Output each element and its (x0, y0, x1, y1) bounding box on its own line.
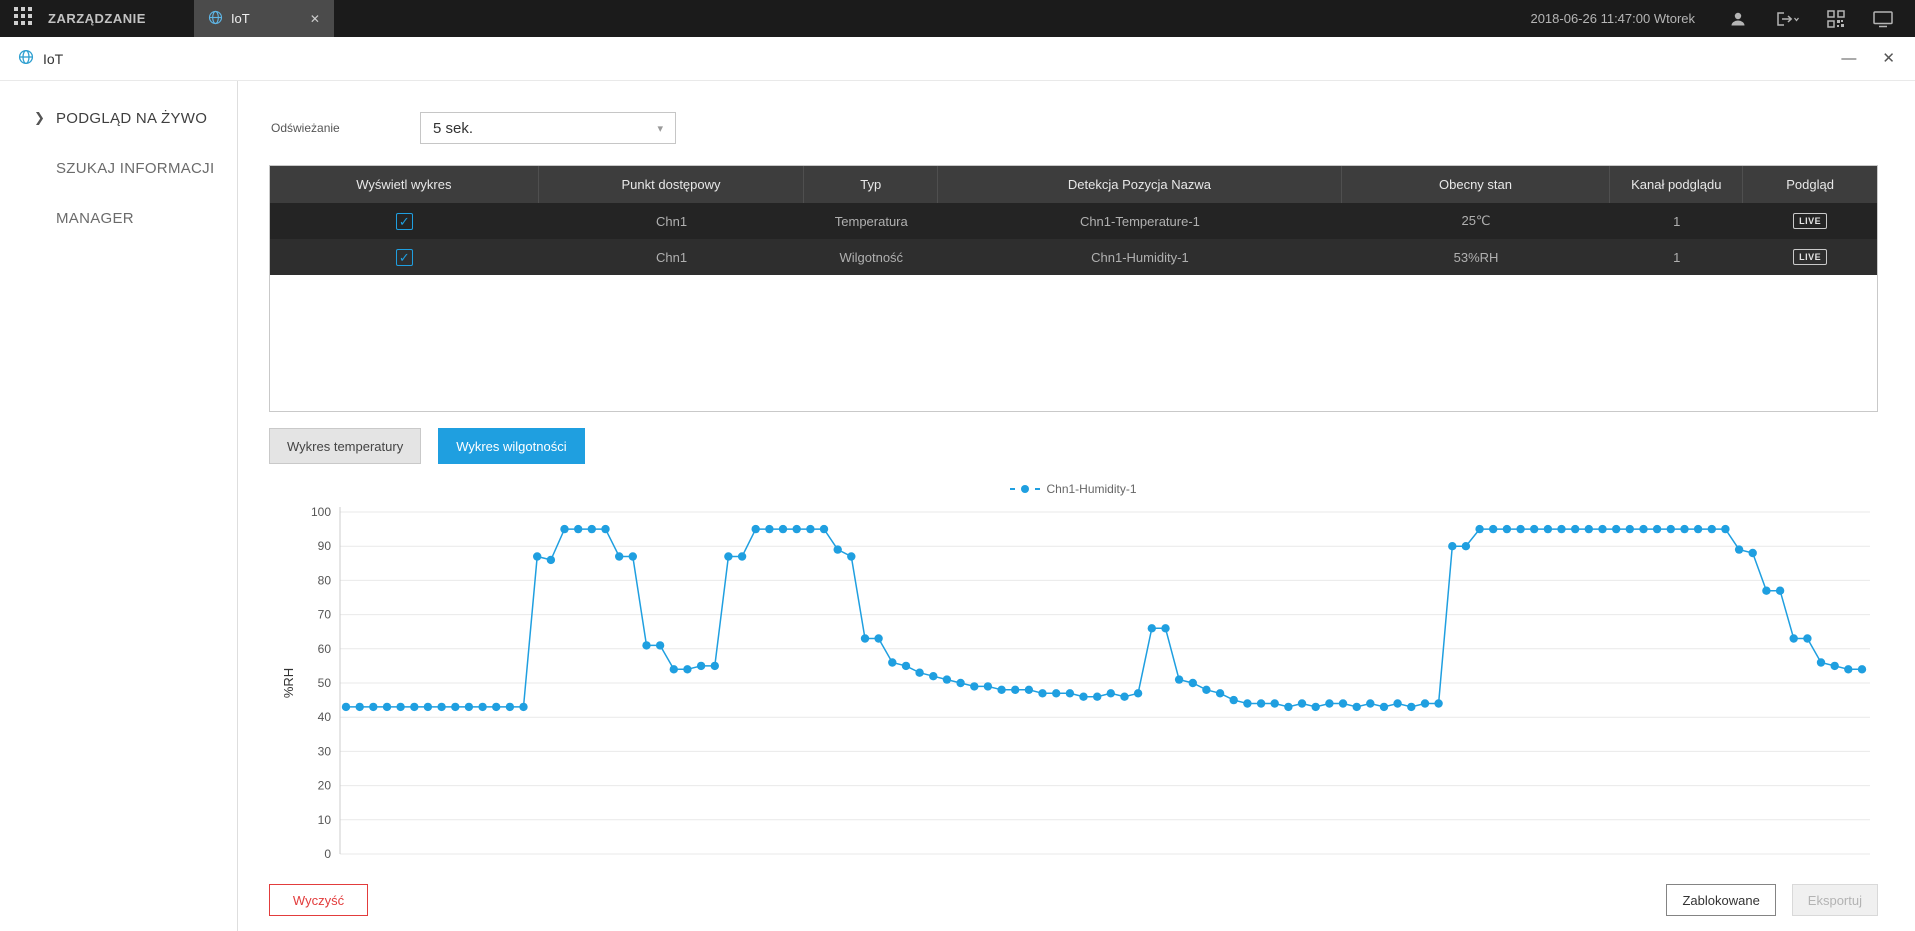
cell-show-chart: ✓ (270, 239, 539, 275)
qr-code-icon[interactable] (1827, 10, 1845, 28)
svg-text:100: 100 (311, 505, 331, 519)
live-badge[interactable]: LIVE (1793, 213, 1827, 229)
col-header: Detekcja Pozycja Nazwa (938, 166, 1342, 203)
sidebar-item-label: PODGLĄD NA ŻYWO (56, 110, 207, 127)
tab-temperature-chart[interactable]: Wykres temperatury (269, 428, 421, 464)
tab-humidity-chart[interactable]: Wykres wilgotności (438, 428, 584, 464)
cell-access-point: Chn1 (539, 239, 805, 275)
chevron-right-icon: ❯ (34, 110, 45, 126)
col-header: Punkt dostępowy (539, 166, 805, 203)
sidebar: ❯ PODGLĄD NA ŻYWO ❯ SZUKAJ INFORMACJI ❯ … (0, 81, 238, 931)
show-chart-checkbox[interactable]: ✓ (396, 249, 413, 266)
svg-text:%RH: %RH (281, 668, 296, 698)
chart-tabs: Wykres temperatury Wykres wilgotności (269, 428, 1915, 464)
locked-button[interactable]: Zablokowane (1666, 884, 1775, 916)
management-menu[interactable]: ZARZĄDZANIE (46, 0, 164, 37)
globe-icon (18, 49, 34, 68)
datetime: 2018-06-26 11:47:00 Wtorek (1530, 11, 1695, 26)
sidebar-item-manager[interactable]: ❯ MANAGER (0, 193, 237, 243)
cell-type: Temperatura (804, 203, 938, 239)
svg-text:30: 30 (318, 744, 332, 758)
refresh-row: Odświeżanie 5 sek. ▾ (269, 112, 1915, 144)
svg-text:60: 60 (318, 642, 332, 656)
dropdown-value: 5 sek. (433, 120, 473, 137)
tab-iot[interactable]: IoT ✕ (194, 0, 334, 37)
minimize-icon[interactable]: — (1841, 51, 1856, 66)
refresh-interval-dropdown[interactable]: 5 sek. ▾ (420, 112, 676, 144)
sensor-table: Wyświetl wykres Punkt dostępowy Typ Dete… (269, 165, 1878, 412)
cell-access-point: Chn1 (539, 203, 805, 239)
cell-type: Wilgotność (804, 239, 938, 275)
svg-text:80: 80 (318, 573, 332, 587)
clear-button[interactable]: Wyczyść (269, 884, 368, 916)
svg-text:10: 10 (318, 813, 332, 827)
display-icon[interactable] (1873, 10, 1893, 28)
globe-icon (208, 10, 223, 28)
close-icon[interactable]: ✕ (1882, 51, 1895, 66)
table-header: Wyświetl wykres Punkt dostępowy Typ Dete… (270, 166, 1877, 203)
cell-channel: 1 (1610, 203, 1743, 239)
col-header: Typ (804, 166, 938, 203)
cell-channel: 1 (1610, 239, 1743, 275)
sidebar-item-label: SZUKAJ INFORMACJI (56, 160, 214, 177)
show-chart-checkbox[interactable]: ✓ (396, 213, 413, 230)
live-badge[interactable]: LIVE (1793, 249, 1827, 265)
window-title: IoT (43, 51, 63, 67)
svg-text:40: 40 (318, 710, 332, 724)
user-icon[interactable] (1729, 10, 1747, 28)
cell-detection-name: Chn1-Humidity-1 (938, 239, 1342, 275)
table-row: ✓ Chn1 Temperatura Chn1-Temperature-1 25… (270, 203, 1877, 239)
apps-grid-button[interactable] (0, 0, 46, 37)
legend-line (1035, 488, 1040, 490)
svg-text:70: 70 (318, 608, 332, 622)
legend-label: Chn1-Humidity-1 (1046, 482, 1136, 496)
tab-close-icon[interactable]: ✕ (306, 10, 324, 28)
refresh-label: Odświeżanie (269, 121, 420, 135)
topbar-right: 2018-06-26 11:47:00 Wtorek (1530, 0, 1915, 37)
svg-text:50: 50 (318, 676, 332, 690)
window-titlebar: IoT — ✕ (0, 37, 1915, 81)
window-body: ❯ PODGLĄD NA ŻYWO ❯ SZUKAJ INFORMACJI ❯ … (0, 81, 1915, 931)
topbar: ZARZĄDZANIE IoT ✕ 2018-06-26 11:47:00 Wt… (0, 0, 1915, 37)
tab-label: IoT (231, 11, 298, 26)
chevron-down-icon: ▾ (657, 122, 663, 135)
col-header: Obecny stan (1342, 166, 1611, 203)
col-header: Podgląd (1743, 166, 1877, 203)
svg-text:0: 0 (324, 847, 331, 861)
footer-right-buttons: Zablokowane Eksportuj (1666, 884, 1878, 916)
legend-marker (1021, 485, 1029, 493)
apps-grid-icon (14, 7, 32, 30)
cell-show-chart: ✓ (270, 203, 539, 239)
cell-current-state: 53%RH (1342, 239, 1611, 275)
col-header: Wyświetl wykres (270, 166, 539, 203)
topbar-left: ZARZĄDZANIE IoT ✕ (0, 0, 334, 37)
svg-text:90: 90 (318, 539, 332, 553)
window-title-group: IoT (18, 49, 63, 68)
col-header: Kanał podglądu (1610, 166, 1743, 203)
main-content: Odświeżanie 5 sek. ▾ Wyświetl wykres Pun… (238, 81, 1915, 931)
svg-text:20: 20 (318, 779, 332, 793)
check-icon: ✓ (399, 251, 410, 264)
cell-preview: LIVE (1743, 203, 1877, 239)
cell-current-state: 25℃ (1342, 203, 1611, 239)
screen: ZARZĄDZANIE IoT ✕ 2018-06-26 11:47:00 Wt… (0, 0, 1915, 931)
cell-preview: LIVE (1743, 239, 1877, 275)
export-button[interactable]: Eksportuj (1792, 884, 1878, 916)
footer-actions: Wyczyść Zablokowane Eksportuj (269, 884, 1878, 916)
humidity-line-chart: 0 10 20 30 40 50 60 70 80 90 100 %RH (269, 500, 1878, 868)
check-icon: ✓ (399, 215, 410, 228)
window-controls: — ✕ (1841, 51, 1895, 66)
cell-detection-name: Chn1-Temperature-1 (938, 203, 1342, 239)
sidebar-item-search-info[interactable]: ❯ SZUKAJ INFORMACJI (0, 143, 237, 193)
table-row: ✓ Chn1 Wilgotność Chn1-Humidity-1 53%RH … (270, 239, 1877, 275)
legend-line (1010, 488, 1015, 490)
logout-icon[interactable] (1775, 10, 1799, 28)
sidebar-item-label: MANAGER (56, 210, 134, 227)
sidebar-item-live-view[interactable]: ❯ PODGLĄD NA ŻYWO (0, 93, 237, 143)
chart-legend: Chn1-Humidity-1 (269, 482, 1878, 496)
